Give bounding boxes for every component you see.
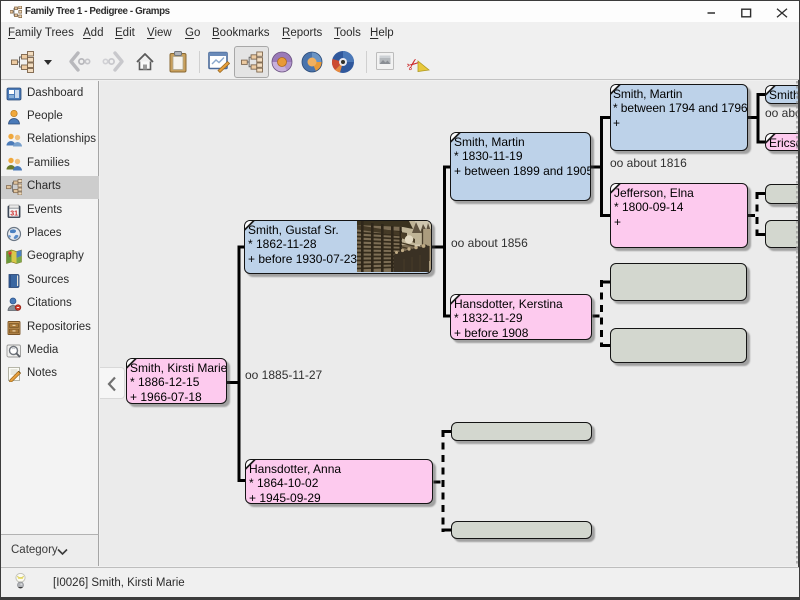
svg-text:31: 31 [10, 210, 18, 217]
